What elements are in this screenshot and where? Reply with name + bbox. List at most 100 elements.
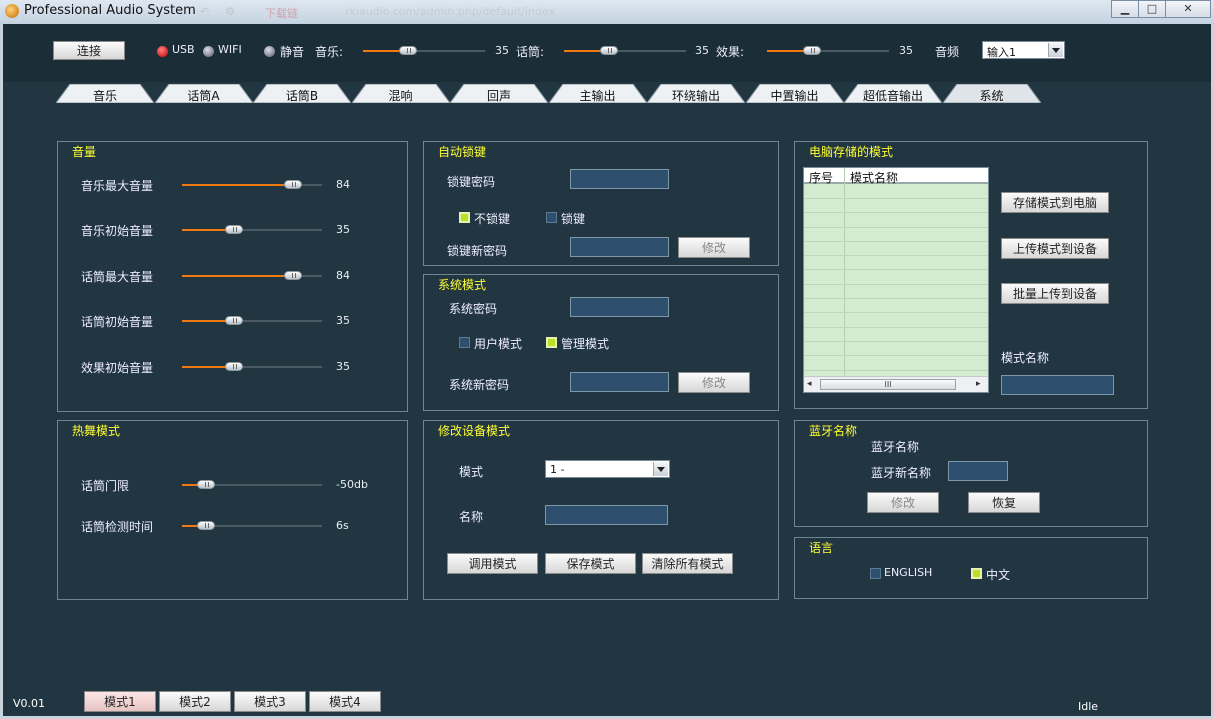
tab-label: 回声 [486, 89, 511, 103]
grid-row-line [804, 298, 988, 299]
status-text: Idle [1078, 700, 1099, 713]
tab-label: 音乐 [92, 89, 117, 103]
bluetooth-modify-button[interactable]: 修改 [867, 492, 939, 513]
system-password-field[interactable] [570, 297, 669, 317]
mic-slider[interactable] [564, 44, 686, 58]
english-checkbox[interactable] [870, 568, 881, 579]
grid-row-line [804, 327, 988, 328]
volume-row-slider[interactable] [182, 223, 322, 237]
pc-mode-name-field[interactable] [1001, 375, 1114, 395]
faded-url: rkiaudio.com/admin.php/default/index [345, 5, 556, 18]
effect-slider[interactable] [767, 44, 889, 58]
mode-button-4[interactable]: 模式4 [309, 691, 381, 712]
tab-6[interactable]: 环绕输出 [647, 84, 745, 103]
tab-label: 环绕输出 [671, 89, 720, 103]
slider-thumb[interactable] [803, 46, 821, 55]
volume-row-slider[interactable] [182, 314, 322, 328]
usb-radio[interactable] [157, 46, 168, 57]
mode-button-1[interactable]: 模式1 [84, 691, 156, 712]
slider-thumb[interactable] [225, 316, 243, 325]
chinese-label: 中文 [986, 568, 1011, 582]
hotdance-row-slider[interactable] [182, 519, 322, 533]
slider-thumb[interactable] [284, 271, 302, 280]
volume-row-label: 效果初始音量 [81, 361, 154, 375]
slider-thumb[interactable] [197, 480, 215, 489]
slider-thumb[interactable] [225, 362, 243, 371]
mode-list-grid[interactable]: 序号 模式名称 ◂ III ▸ [803, 167, 989, 393]
wifi-radio[interactable] [203, 46, 214, 57]
grid-row-line [804, 370, 988, 371]
mute-radio[interactable] [264, 46, 275, 57]
connect-button[interactable]: 连接 [53, 41, 125, 60]
tab-5[interactable]: 主输出 [548, 84, 647, 103]
bluetooth-new-name-field[interactable] [948, 461, 1008, 481]
lock-new-password-label: 锁键新密码 [447, 244, 508, 258]
clear-modes-button[interactable]: 清除所有模式 [642, 553, 733, 574]
system-modify-button[interactable]: 修改 [678, 372, 750, 393]
bluetooth-restore-button[interactable]: 恢复 [968, 492, 1040, 513]
tab-label: 话筒B [285, 89, 319, 103]
lock-checkbox[interactable] [546, 212, 557, 223]
mode-select-value: 1 - [550, 463, 565, 476]
grid-col-no[interactable]: 序号 [809, 169, 833, 186]
tab-1[interactable]: 话筒A [154, 84, 253, 103]
tab-7[interactable]: 中置输出 [745, 84, 844, 103]
tab-2[interactable]: 话筒B [253, 84, 351, 103]
user-mode-checkbox[interactable] [459, 337, 470, 348]
mode-button-3[interactable]: 模式3 [234, 691, 306, 712]
close-button[interactable]: ✕ [1165, 0, 1211, 18]
slider-thumb[interactable] [197, 521, 215, 530]
upload-to-device-button[interactable]: 上传模式到设备 [1001, 238, 1109, 259]
grid-col-name[interactable]: 模式名称 [850, 169, 898, 186]
tab-8[interactable]: 超低音输出 [844, 84, 942, 103]
system-new-password-field[interactable] [570, 372, 669, 392]
slider-thumb[interactable] [225, 225, 243, 234]
input-select[interactable]: 输入1 [982, 41, 1065, 59]
window-title: Professional Audio System [24, 3, 196, 18]
lock-new-password-field[interactable] [570, 237, 669, 257]
slider-thumb[interactable] [399, 46, 417, 55]
volume-row-slider[interactable] [182, 360, 322, 374]
unlock-label: 不锁键 [474, 212, 511, 226]
tab-0[interactable]: 音乐 [56, 84, 154, 103]
system-password-label: 系统密码 [449, 302, 498, 316]
save-mode-button[interactable]: 保存模式 [545, 553, 636, 574]
maximize-button[interactable]: □ [1138, 0, 1166, 18]
scroll-left-icon[interactable]: ◂ [807, 379, 812, 389]
store-to-pc-button[interactable]: 存储模式到电脑 [1001, 192, 1109, 213]
slider-thumb[interactable] [284, 180, 302, 189]
devmode-title: 修改设备模式 [438, 424, 511, 438]
chinese-checkbox[interactable] [971, 568, 982, 579]
volume-row-value: 35 [336, 223, 350, 236]
unlock-checkbox[interactable] [459, 212, 470, 223]
audio-label: 音频 [935, 45, 960, 59]
download-tip: 下载链 [265, 7, 298, 20]
music-slider[interactable] [363, 44, 485, 58]
scroll-right-icon[interactable]: ▸ [976, 379, 981, 389]
tab-3[interactable]: 混响 [351, 84, 450, 103]
load-mode-button[interactable]: 调用模式 [447, 553, 538, 574]
tab-4[interactable]: 回声 [450, 84, 548, 103]
grid-scrollbar[interactable]: ◂ III ▸ [804, 376, 988, 392]
mode-button-2[interactable]: 模式2 [159, 691, 231, 712]
minimize-button[interactable]: ▁ [1111, 0, 1139, 18]
lock-modify-button[interactable]: 修改 [678, 237, 750, 258]
hotdance-row-slider[interactable] [182, 478, 322, 492]
chevron-down-icon[interactable] [1048, 43, 1063, 57]
grid-row-line [804, 284, 988, 285]
volume-row-slider[interactable] [182, 269, 322, 283]
batch-upload-button[interactable]: 批量上传到设备 [1001, 283, 1109, 304]
lock-password-field[interactable] [570, 169, 669, 189]
tab-9[interactable]: 系统 [942, 84, 1041, 103]
mode-name-field[interactable] [545, 505, 668, 525]
hotdance-row-label: 话筒检测时间 [81, 520, 154, 534]
grid-row-line [804, 241, 988, 242]
volume-row-slider[interactable] [182, 178, 322, 192]
slider-thumb[interactable] [600, 46, 618, 55]
scroll-thumb[interactable]: III [820, 379, 956, 390]
mode-select[interactable]: 1 - [545, 460, 670, 478]
hotdance-row-value: 6s [336, 519, 349, 532]
admin-mode-checkbox[interactable] [546, 337, 557, 348]
chevron-down-icon[interactable] [653, 462, 668, 476]
volume-row-value: 35 [336, 360, 350, 373]
